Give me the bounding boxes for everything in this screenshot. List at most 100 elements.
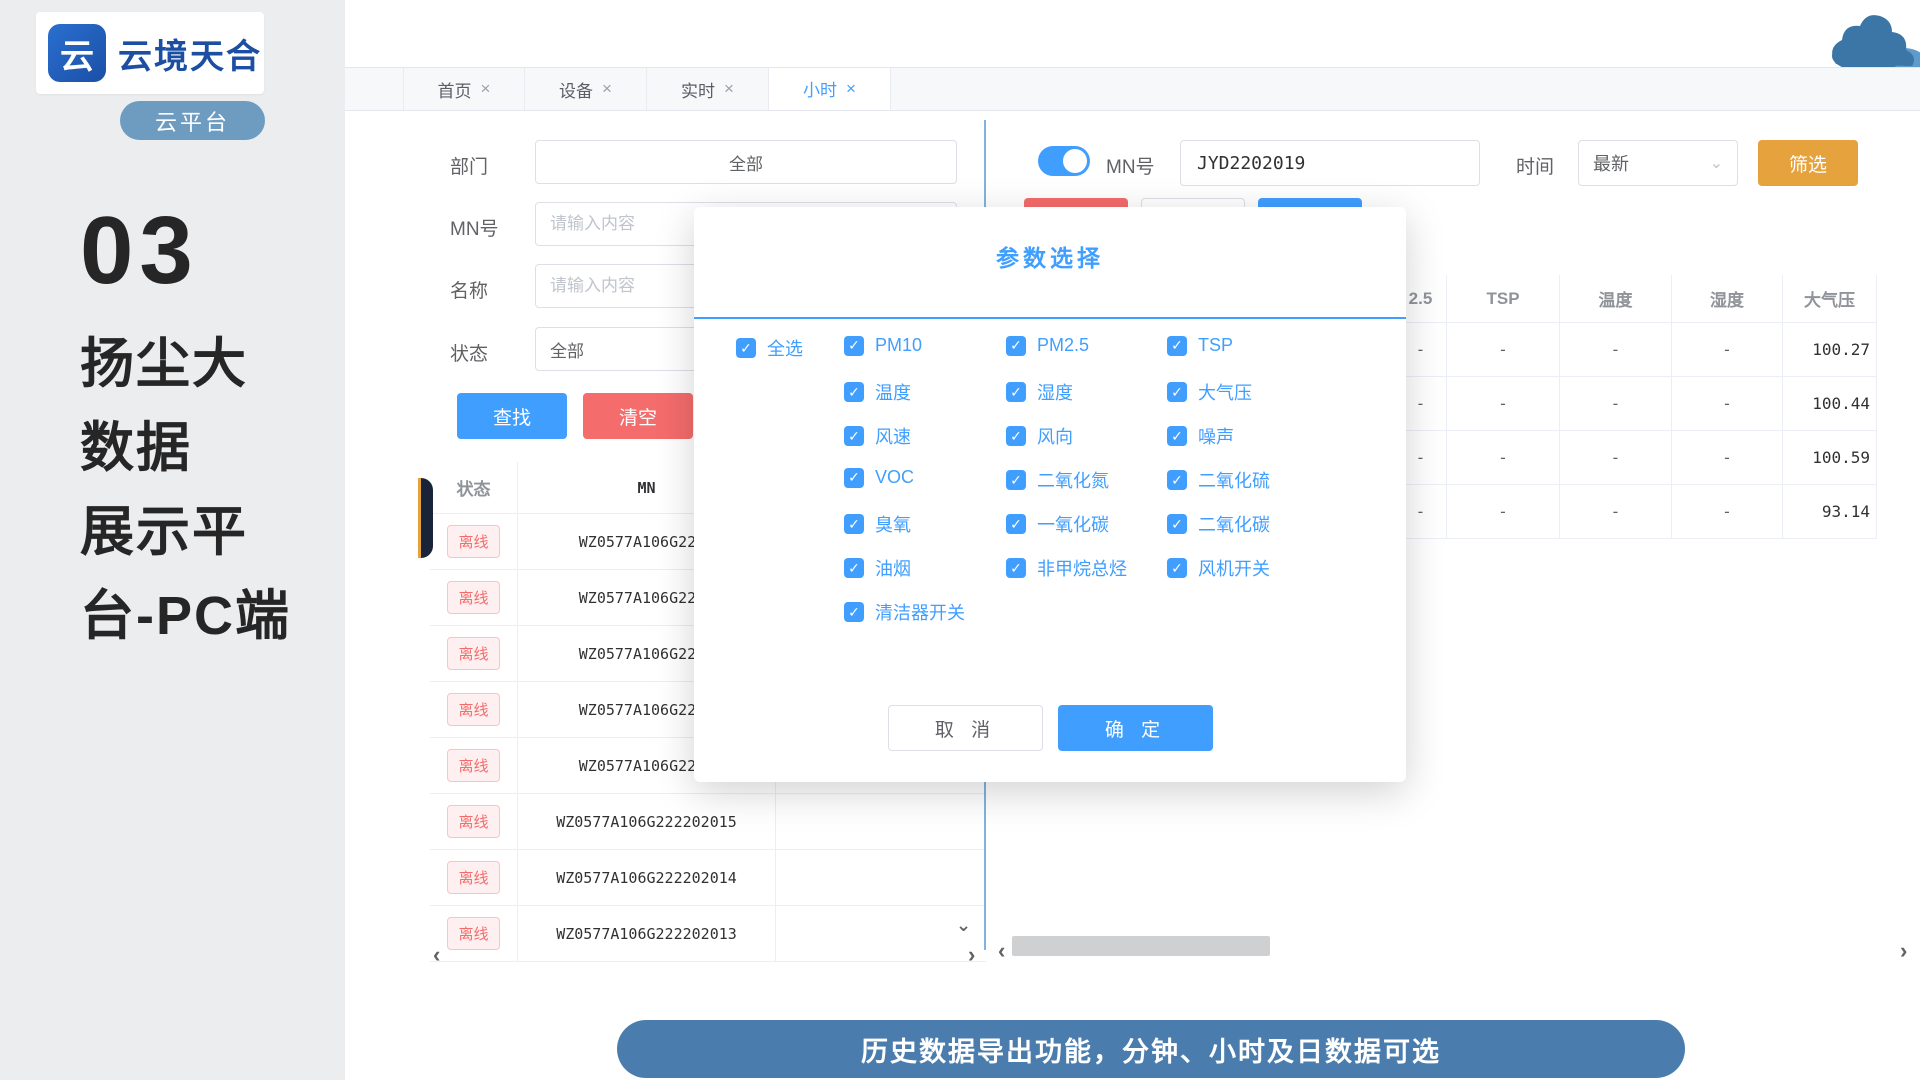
right-hscroll-left-icon[interactable]: ‹	[998, 940, 1005, 962]
checkbox-checked-icon[interactable]: ✓	[1006, 470, 1026, 490]
checkbox-风速[interactable]: ✓风速	[844, 423, 911, 449]
checkbox-checked-icon[interactable]: ✓	[1167, 558, 1187, 578]
status-cell: 离线	[430, 514, 518, 569]
checkbox-风机开关[interactable]: ✓风机开关	[1167, 555, 1270, 581]
checkbox-湿度[interactable]: ✓湿度	[1006, 379, 1073, 405]
checkbox-checked-icon[interactable]: ✓	[1006, 558, 1026, 578]
tab-close-icon[interactable]: ×	[602, 79, 612, 99]
checkbox-checked-icon[interactable]: ✓	[1167, 426, 1187, 446]
time-select[interactable]: 最新 ⌄	[1578, 140, 1738, 186]
device-table-header-status: 状态	[430, 462, 518, 513]
checkbox-PM2.5[interactable]: ✓PM2.5	[1006, 335, 1089, 356]
left-hscroll-left-icon[interactable]: ‹	[433, 944, 440, 966]
cancel-button[interactable]: 取 消	[888, 705, 1043, 751]
checkbox-温度[interactable]: ✓ 温度	[844, 379, 911, 405]
checkbox-checked-icon[interactable]: ✓	[844, 602, 864, 622]
checkbox-checked-icon[interactable]: ✓	[844, 468, 864, 488]
checkbox-checked-icon[interactable]: ✓	[844, 558, 864, 578]
slide-title-line: 展示平	[80, 490, 291, 574]
logo: 云 云境天合	[36, 12, 264, 94]
table-row[interactable]: 离线WZ0577A106G222202014	[430, 850, 986, 906]
data-table-header-cell: 湿度	[1672, 275, 1783, 323]
data-row[interactable]: ----93.14	[1395, 485, 1877, 539]
checkbox-checked-icon[interactable]: ✓	[1006, 336, 1026, 356]
checkbox-油烟[interactable]: ✓油烟	[844, 555, 911, 581]
checkbox-checked-icon[interactable]: ✓	[844, 382, 864, 402]
search-button[interactable]: 查找	[457, 393, 567, 439]
tab-小时[interactable]: 小时×	[769, 68, 891, 110]
data-cell: -	[1672, 485, 1783, 539]
checkbox-label: 温度	[875, 379, 911, 405]
data-cell: -	[1672, 323, 1783, 377]
data-cell: -	[1447, 431, 1560, 485]
status-badge: 离线	[447, 637, 499, 670]
status-badge: 离线	[447, 693, 499, 726]
tab-设备[interactable]: 设备 ×	[525, 68, 647, 110]
tab-实时[interactable]: 实时×	[647, 68, 769, 110]
checkbox-checked-icon[interactable]: ✓	[1006, 426, 1026, 446]
checkbox-二氧化氮[interactable]: ✓二氧化氮	[1006, 467, 1109, 493]
checkbox-checked-icon[interactable]: ✓	[1006, 382, 1026, 402]
table-row[interactable]: 离线WZ0577A106G222202015	[430, 794, 986, 850]
tab-bar: 首页×设备×实时×小时×	[345, 68, 1920, 111]
checkbox-二氧化硫[interactable]: ✓二氧化硫	[1167, 467, 1270, 493]
data-row[interactable]: ----100.44	[1395, 377, 1877, 431]
checkbox-checked-icon[interactable]: ✓	[844, 426, 864, 446]
form-input-部门[interactable]	[535, 140, 957, 184]
data-cell: -	[1560, 431, 1672, 485]
data-cell: -	[1560, 377, 1672, 431]
checkbox-全选[interactable]: ✓ 全选	[736, 335, 803, 361]
data-cell: -	[1447, 377, 1560, 431]
checkbox-非甲烷总烃[interactable]: ✓非甲烷总烃	[1006, 555, 1127, 581]
mn-input[interactable]	[1180, 140, 1480, 186]
scroll-down-icon[interactable]: ⌄	[956, 916, 971, 934]
data-table-header-cell: 温度	[1560, 275, 1672, 323]
checkbox-VOC[interactable]: ✓VOC	[844, 467, 914, 488]
tab-label: 设备	[559, 77, 593, 102]
left-hscroll-right-icon[interactable]: ›	[968, 944, 975, 966]
checkbox-checked-icon[interactable]: ✓	[1167, 382, 1187, 402]
tab-首页[interactable]: 首页×	[403, 68, 525, 110]
checkbox-checked-icon[interactable]: ✓	[736, 338, 756, 358]
table-row[interactable]: 离线WZ0577A106G222202013	[430, 906, 986, 962]
data-cell: 100.27	[1783, 323, 1877, 377]
checkbox-一氧化碳[interactable]: ✓一氧化碳	[1006, 511, 1109, 537]
slide-title-line: 台-PC端	[80, 574, 291, 658]
right-hscroll-thumb[interactable]	[1012, 936, 1270, 956]
confirm-button[interactable]: 确 定	[1058, 705, 1213, 751]
filter-button[interactable]: 筛选	[1758, 140, 1858, 186]
checkbox-checked-icon[interactable]: ✓	[1167, 470, 1187, 490]
data-row[interactable]: ----100.27	[1395, 323, 1877, 377]
checkbox-风向[interactable]: ✓风向	[1006, 423, 1073, 449]
status-badge: 离线	[447, 749, 499, 782]
status-cell: 离线	[430, 682, 518, 737]
checkbox-checked-icon[interactable]: ✓	[1167, 336, 1187, 356]
checkbox-大气压[interactable]: ✓大气压	[1167, 379, 1252, 405]
data-row[interactable]: ----100.59	[1395, 431, 1877, 485]
clear-button[interactable]: 清空	[583, 393, 693, 439]
checkbox-checked-icon[interactable]: ✓	[1006, 514, 1026, 534]
tab-close-icon[interactable]: ×	[846, 79, 856, 99]
checkbox-噪声[interactable]: ✓ 噪声	[1167, 423, 1234, 449]
checkbox-checked-icon[interactable]: ✓	[1167, 514, 1187, 534]
checkbox-label: 噪声	[1198, 423, 1234, 449]
mn-toggle[interactable]	[1038, 146, 1090, 176]
checkbox-label: 清洁器开关	[875, 599, 965, 625]
parameter-modal: 参数选择 ✓全选✓PM10✓PM2.5✓TSP✓温度✓湿度✓大气压✓风速✓风向✓…	[694, 207, 1406, 782]
checkbox-清洁器开关[interactable]: ✓ 清洁器开关	[844, 599, 965, 625]
slide-title-line: 数据	[80, 406, 291, 490]
checkbox-checked-icon[interactable]: ✓	[844, 514, 864, 534]
checkbox-label: 全选	[767, 335, 803, 361]
right-hscroll-right-icon[interactable]: ›	[1900, 940, 1907, 962]
data-cell: -	[1672, 377, 1783, 431]
cloud-icon	[1816, 6, 1920, 68]
checkbox-TSP[interactable]: ✓TSP	[1167, 335, 1233, 356]
checkbox-臭氧[interactable]: ✓臭氧	[844, 511, 911, 537]
tab-close-icon[interactable]: ×	[724, 79, 734, 99]
tab-close-icon[interactable]: ×	[481, 79, 491, 99]
drawer-handle[interactable]	[418, 478, 433, 558]
checkbox-label: PM10	[875, 335, 922, 356]
checkbox-二氧化碳[interactable]: ✓二氧化碳	[1167, 511, 1270, 537]
checkbox-checked-icon[interactable]: ✓	[844, 336, 864, 356]
checkbox-PM10[interactable]: ✓ PM10	[844, 335, 922, 356]
